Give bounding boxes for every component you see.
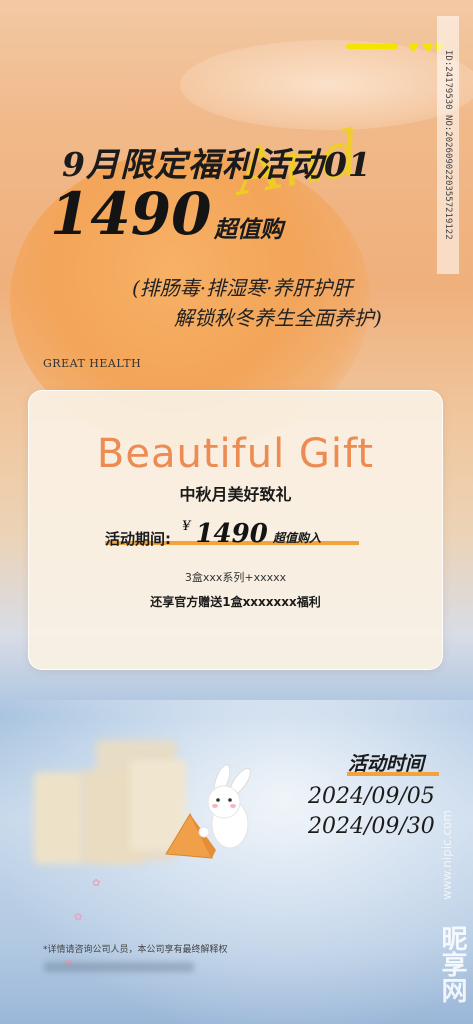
side-watermark: ID:24179530 NO:20260902203557219122	[437, 16, 459, 274]
package-detail: 3盒xxx系列+xxxxx	[184, 571, 287, 584]
petal-icon: ✿	[74, 912, 83, 923]
subheadline-1: (排肠毒·排湿寒·养肝护肝	[132, 276, 353, 300]
subheadline-2: 解锁秋冬养生全面养护)	[174, 306, 382, 330]
headline: 9月限定福利活动01	[62, 145, 372, 184]
event-start-date: 2024/09/05	[308, 784, 435, 809]
event-end-date: 2024/09/30	[308, 814, 435, 839]
petal-icon: ✿	[92, 878, 101, 889]
bonus-detail: 还享官方赠送1盒xxxxxxx福利	[150, 595, 321, 609]
product-box-left	[34, 772, 84, 864]
headline-price-suffix: 超值购	[214, 216, 283, 243]
price-row: 活动期间: ¥ 1490 超值购入	[105, 519, 321, 549]
blurred-contact	[44, 962, 194, 972]
gift-title: Beautiful Gift	[96, 431, 375, 477]
site-watermark: www.nipic.com	[440, 809, 454, 900]
gift-subtitle: 中秋月美好致礼	[179, 485, 292, 504]
tagline: GREAT HEALTH	[43, 357, 142, 370]
price-tail: 超值购入	[272, 531, 321, 545]
rabbit-icon	[165, 764, 251, 859]
disclaimer-note: *详情请咨询公司人员，本公司享有最终解释权	[43, 945, 228, 955]
decor-bar	[346, 44, 398, 49]
site-logo: 昵享网	[437, 925, 467, 1003]
event-underline	[347, 772, 439, 776]
headline-price: 1490	[50, 180, 212, 248]
gift-card: Beautiful Gift 中秋月美好致礼 活动期间: ¥ 1490 超值购入…	[28, 390, 443, 670]
price-value: 1490	[195, 519, 268, 549]
currency-symbol: ¥	[182, 519, 191, 534]
rabbit-illustration	[160, 762, 260, 862]
price-label: 活动期间:	[105, 530, 171, 548]
